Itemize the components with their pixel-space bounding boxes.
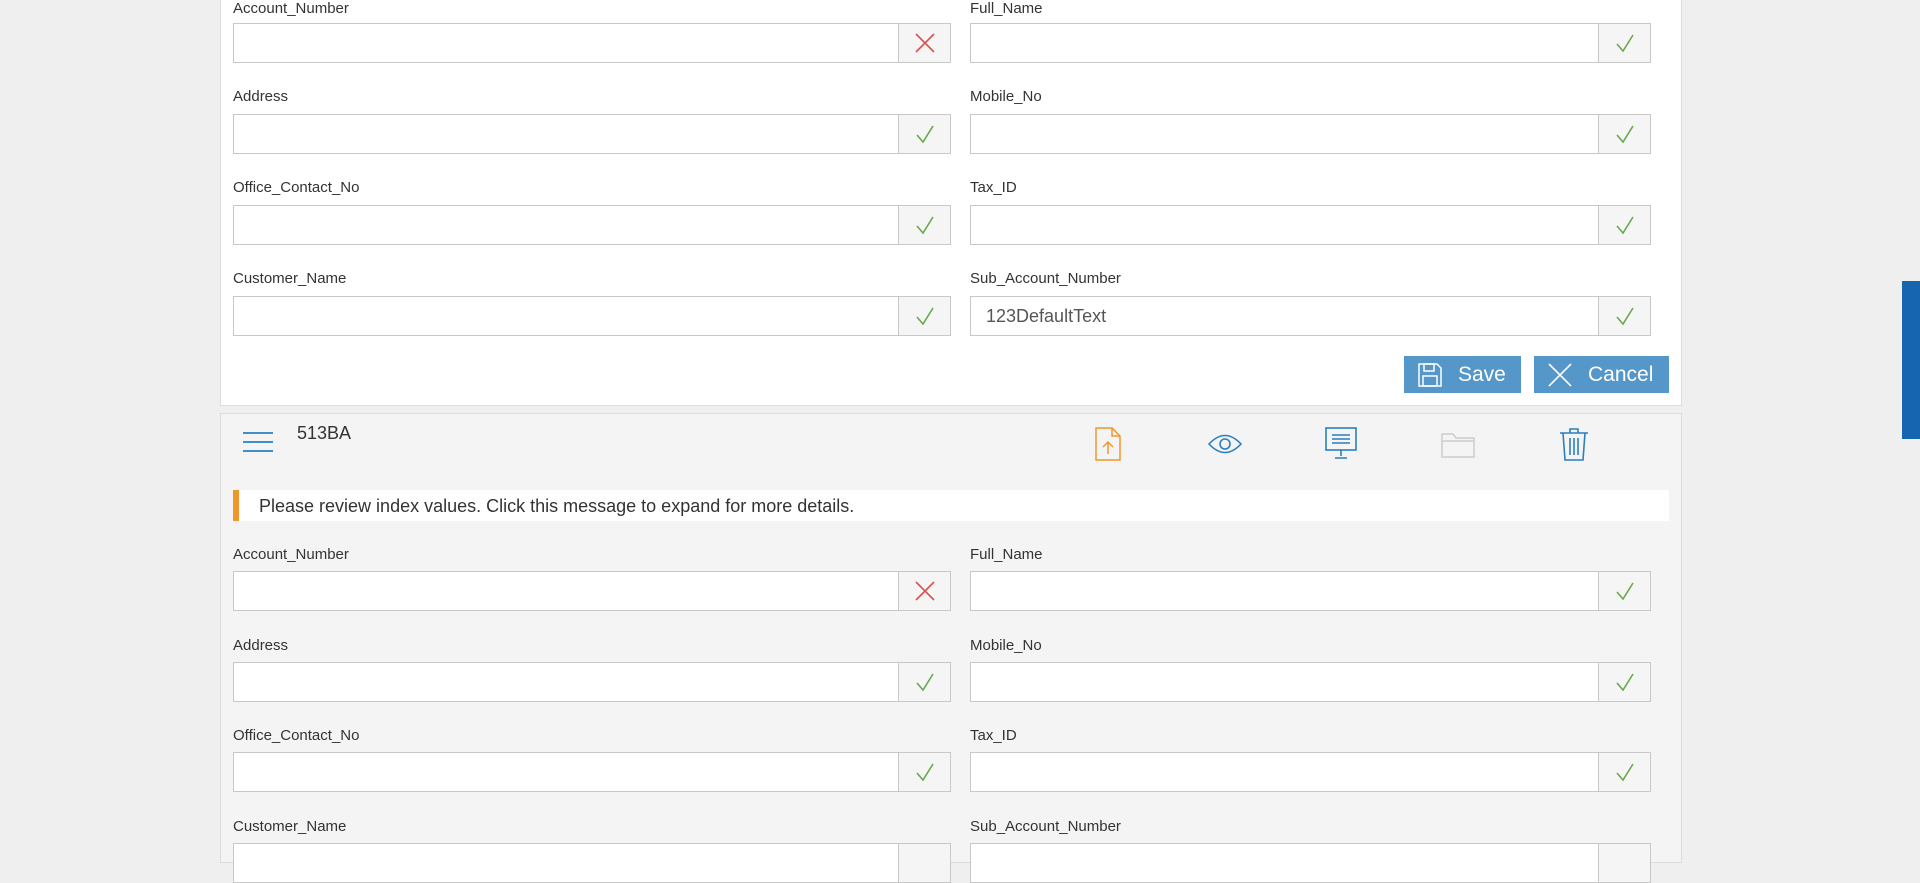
review-notice-text: Please review index values. Click this m… — [259, 496, 855, 516]
full-name-input[interactable] — [971, 24, 1598, 62]
field-label-tax-id: Tax_ID — [970, 727, 1017, 744]
check-icon — [898, 115, 950, 153]
tax-id-field — [970, 752, 1651, 792]
save-button[interactable]: Save — [1404, 356, 1521, 393]
field-label-office-contact-no: Office_Contact_No — [233, 179, 360, 196]
account-number-field — [233, 23, 951, 63]
field-label-full-name: Full_Name — [970, 0, 1043, 17]
check-icon — [1598, 753, 1650, 791]
check-icon — [1598, 663, 1650, 701]
full-name-field — [970, 23, 1651, 63]
monitor-icon[interactable] — [1321, 424, 1361, 464]
sub-account-number-field — [970, 843, 1651, 883]
field-label-mobile-no: Mobile_No — [970, 637, 1042, 654]
sub-account-number-field — [970, 296, 1651, 336]
customer-name-input[interactable] — [234, 297, 898, 335]
hamburger-menu-icon[interactable] — [242, 430, 274, 454]
account-number-field — [233, 571, 951, 611]
customer-name-field — [233, 296, 951, 336]
account-number-input[interactable] — [234, 572, 898, 610]
sub-account-number-input[interactable] — [971, 297, 1598, 335]
document-panel — [220, 413, 1682, 863]
upload-file-icon[interactable] — [1088, 424, 1128, 464]
field-label-address: Address — [233, 637, 289, 654]
cancel-button[interactable]: Cancel — [1534, 356, 1669, 393]
check-icon — [1598, 115, 1650, 153]
full-name-field — [970, 571, 1651, 611]
floppy-disk-icon — [1412, 356, 1448, 393]
check-icon — [898, 844, 950, 882]
customer-name-field — [233, 843, 951, 883]
field-label-sub-account-number: Sub_Account_Number — [970, 818, 1121, 835]
document-id: 513BA — [297, 423, 352, 443]
field-label-office-contact-no: Office_Contact_No — [233, 727, 360, 744]
sub-account-number-input[interactable] — [971, 844, 1598, 882]
address-field — [233, 662, 951, 702]
eye-icon[interactable] — [1205, 424, 1245, 464]
check-icon — [898, 206, 950, 244]
mobile-no-field — [970, 114, 1651, 154]
close-icon — [1542, 356, 1578, 393]
mobile-no-input[interactable] — [971, 663, 1598, 701]
check-icon — [1598, 844, 1650, 882]
office-contact-no-field — [233, 752, 951, 792]
folder-icon — [1438, 424, 1478, 464]
trash-icon[interactable] — [1554, 424, 1594, 464]
field-label-customer-name: Customer_Name — [233, 818, 347, 835]
field-label-address: Address — [233, 88, 289, 105]
check-icon — [898, 753, 950, 791]
field-label-mobile-no: Mobile_No — [970, 88, 1042, 105]
full-name-input[interactable] — [971, 572, 1598, 610]
check-icon — [1598, 572, 1650, 610]
scrollbar-thumb[interactable] — [1902, 281, 1920, 439]
address-input[interactable] — [234, 663, 898, 701]
tax-id-input[interactable] — [971, 206, 1598, 244]
office-contact-no-input[interactable] — [234, 206, 898, 244]
check-icon — [898, 663, 950, 701]
field-label-account-number: Account_Number — [233, 0, 349, 17]
review-notice[interactable]: Please review index values. Click this m… — [233, 490, 1669, 521]
check-icon — [1598, 206, 1650, 244]
cancel-button-label: Cancel — [1588, 362, 1654, 386]
field-label-account-number: Account_Number — [233, 546, 349, 563]
account-number-input[interactable] — [234, 24, 898, 62]
office-contact-no-field — [233, 205, 951, 245]
address-field — [233, 114, 951, 154]
check-icon — [898, 297, 950, 335]
save-button-label: Save — [1458, 362, 1506, 386]
field-label-tax-id: Tax_ID — [970, 179, 1017, 196]
office-contact-no-input[interactable] — [234, 753, 898, 791]
check-icon — [1598, 24, 1650, 62]
error-icon — [898, 24, 950, 62]
mobile-no-field — [970, 662, 1651, 702]
tax-id-input[interactable] — [971, 753, 1598, 791]
field-label-sub-account-number: Sub_Account_Number — [970, 270, 1121, 287]
mobile-no-input[interactable] — [971, 115, 1598, 153]
check-icon — [1598, 297, 1650, 335]
customer-name-input[interactable] — [234, 844, 898, 882]
address-input[interactable] — [234, 115, 898, 153]
field-label-full-name: Full_Name — [970, 546, 1043, 563]
tax-id-field — [970, 205, 1651, 245]
field-label-customer-name: Customer_Name — [233, 270, 347, 287]
error-icon — [898, 572, 950, 610]
